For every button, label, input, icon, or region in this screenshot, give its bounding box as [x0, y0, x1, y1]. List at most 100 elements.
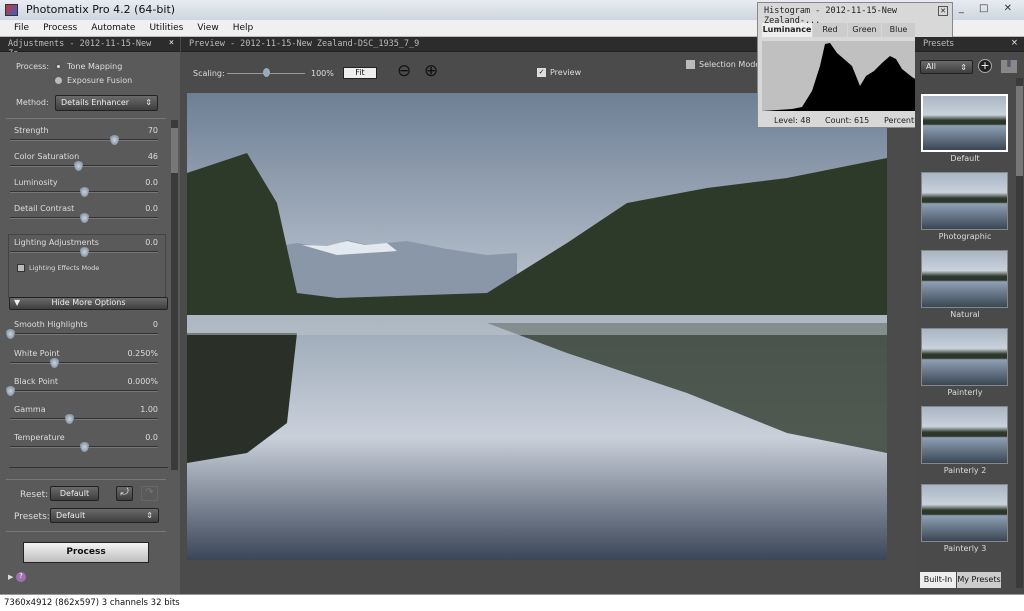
tab-built-in[interactable]: Built-In — [920, 572, 956, 588]
presets-panel: All + ⦀ Built-In My Presets Default Photo… — [915, 52, 1024, 594]
close-icon[interactable]: × — [1011, 38, 1018, 48]
preview-title: Preview - 2012-11-15-New Zealand-DSC_193… — [189, 39, 420, 49]
slider-thumb[interactable] — [6, 386, 15, 396]
window-controls[interactable]: _ □ ✕ — [959, 3, 1018, 14]
selection-mode-checkbox[interactable] — [686, 60, 695, 69]
slider-value: 0.000% — [127, 377, 158, 386]
preset-thumbnail[interactable] — [921, 172, 1008, 230]
slider-lighting-adjustments: Lighting Adjustments 0.0 — [10, 238, 158, 262]
hide-more-label: Hide More Options — [51, 298, 126, 307]
slider-track[interactable] — [10, 165, 158, 167]
slider-label: Lighting Adjustments — [14, 238, 99, 247]
presets-label: Presets: — [14, 512, 50, 522]
presets-scrollbar[interactable] — [1016, 78, 1023, 588]
menu-process[interactable]: Process — [43, 23, 77, 36]
slider-label: Black Point — [14, 377, 59, 386]
menu-view[interactable]: View — [197, 23, 218, 36]
lighting-effects-checkbox[interactable] — [17, 264, 25, 272]
zoom-out-icon[interactable]: ⊖ — [397, 61, 411, 81]
slider-label: Smooth Highlights — [14, 320, 88, 329]
preview-image[interactable] — [187, 93, 887, 560]
process-button[interactable]: Process — [23, 542, 149, 563]
process-label: Process: — [16, 62, 50, 71]
slider-color-saturation: Color Saturation 46 — [10, 152, 158, 176]
preset-label: Photographic — [938, 232, 992, 241]
preset-thumbnail[interactable] — [921, 250, 1008, 308]
add-preset-icon[interactable]: + — [978, 59, 992, 73]
zoom-in-icon[interactable]: ⊕ — [424, 61, 438, 81]
slider-track[interactable] — [10, 139, 158, 141]
preview-panel: Scaling: 100% Fit ⊖ ⊕ ✓ Preview Selectio… — [181, 52, 914, 594]
slider-strength: Strength 70 — [10, 126, 158, 150]
expand-arrow-icon[interactable]: ▶ — [8, 573, 13, 581]
preset-thumbnail[interactable] — [921, 328, 1008, 386]
exposure-fusion-label: Exposure Fusion — [67, 76, 133, 85]
slider-thumb[interactable] — [80, 187, 89, 197]
slider-thumb[interactable] — [74, 161, 84, 171]
slider-track[interactable] — [10, 418, 158, 420]
preset-thumbnail[interactable] — [921, 484, 1008, 542]
menu-utilities[interactable]: Utilities — [149, 23, 183, 36]
grid-view-icon[interactable]: ⦀ — [1001, 60, 1017, 73]
slider-thumb[interactable] — [80, 442, 89, 452]
preview-label: Preview — [550, 68, 582, 77]
menu-help[interactable]: Help — [233, 23, 254, 36]
reset-default-button[interactable]: Default — [50, 486, 99, 501]
radio-tone-mapping[interactable] — [55, 63, 62, 70]
slider-thumb[interactable] — [80, 247, 89, 257]
close-icon[interactable]: ✕ — [938, 6, 948, 16]
adjustments-header: Adjustments - 2012-11-15-New Ze... × — [0, 37, 180, 59]
undo-button[interactable]: ⤾ — [116, 486, 133, 501]
help-icon[interactable]: ? — [16, 572, 26, 582]
slider-track[interactable] — [10, 362, 158, 364]
slider-value: 46 — [147, 152, 158, 161]
close-icon[interactable]: × — [169, 38, 174, 48]
slider-label: Luminosity — [14, 178, 58, 187]
preview-checkbox[interactable]: ✓ — [537, 68, 546, 77]
slider-value: 70 — [147, 126, 158, 135]
redo-button[interactable]: ↷ — [141, 486, 158, 501]
slider-label: Strength — [14, 126, 49, 135]
slider-value: 0 — [152, 320, 158, 329]
slider-luminosity: Luminosity 0.0 — [10, 178, 158, 202]
presets-filter-select[interactable]: All — [920, 60, 973, 74]
tab-green[interactable]: Green — [848, 23, 881, 37]
preset-thumbnail[interactable] — [921, 406, 1008, 464]
slider-black-point: Black Point 0.000% — [6, 377, 158, 401]
scrollbar[interactable] — [171, 120, 178, 470]
slider-track[interactable] — [10, 333, 158, 335]
method-select[interactable]: Details Enhancer — [55, 95, 158, 111]
radio-exposure-fusion[interactable] — [55, 77, 62, 84]
slider-track[interactable] — [10, 390, 158, 392]
tab-my-presets[interactable]: My Presets — [957, 572, 1001, 588]
slider-thumb[interactable] — [50, 358, 60, 368]
menu-file[interactable]: File — [14, 23, 29, 36]
slider-thumb[interactable] — [6, 329, 15, 339]
adjustments-panel: Process: Tone Mapping Exposure Fusion Me… — [0, 52, 180, 594]
presets-select[interactable]: Default — [50, 508, 159, 523]
slider-white-point: White Point 0.250% — [10, 349, 158, 373]
slider-label: Gamma — [14, 405, 46, 414]
lighting-effects-label: Lighting Effects Mode — [29, 264, 100, 272]
collapsed-section — [9, 467, 168, 471]
hide-more-options-button[interactable]: ▼ Hide More Options — [9, 297, 168, 310]
tab-luminance[interactable]: Luminance — [762, 23, 812, 37]
slider-thumb[interactable] — [80, 213, 89, 223]
slider-gamma: Gamma 1.00 — [10, 405, 158, 429]
scaling-thumb[interactable] — [263, 68, 270, 77]
menu-automate[interactable]: Automate — [91, 23, 135, 36]
scaling-value: 100% — [311, 69, 334, 78]
slider-temperature: Temperature 0.0 — [10, 433, 158, 457]
status-bar: 7360x4912 (862x597) 3 channels 32 bits — [0, 594, 1024, 611]
slider-label: White Point — [14, 349, 60, 358]
slider-thumb[interactable] — [109, 135, 119, 145]
histogram-level: Level: 48 — [774, 116, 811, 125]
preset-label: Painterly — [947, 388, 983, 397]
histogram-count: Count: 615 — [825, 116, 870, 125]
preset-thumbnail[interactable] — [921, 94, 1008, 152]
app-icon — [5, 4, 18, 16]
tab-red[interactable]: Red — [813, 23, 847, 37]
slider-thumb[interactable] — [65, 414, 75, 424]
fit-button[interactable]: Fit — [343, 67, 377, 79]
tab-blue[interactable]: Blue — [882, 23, 915, 37]
